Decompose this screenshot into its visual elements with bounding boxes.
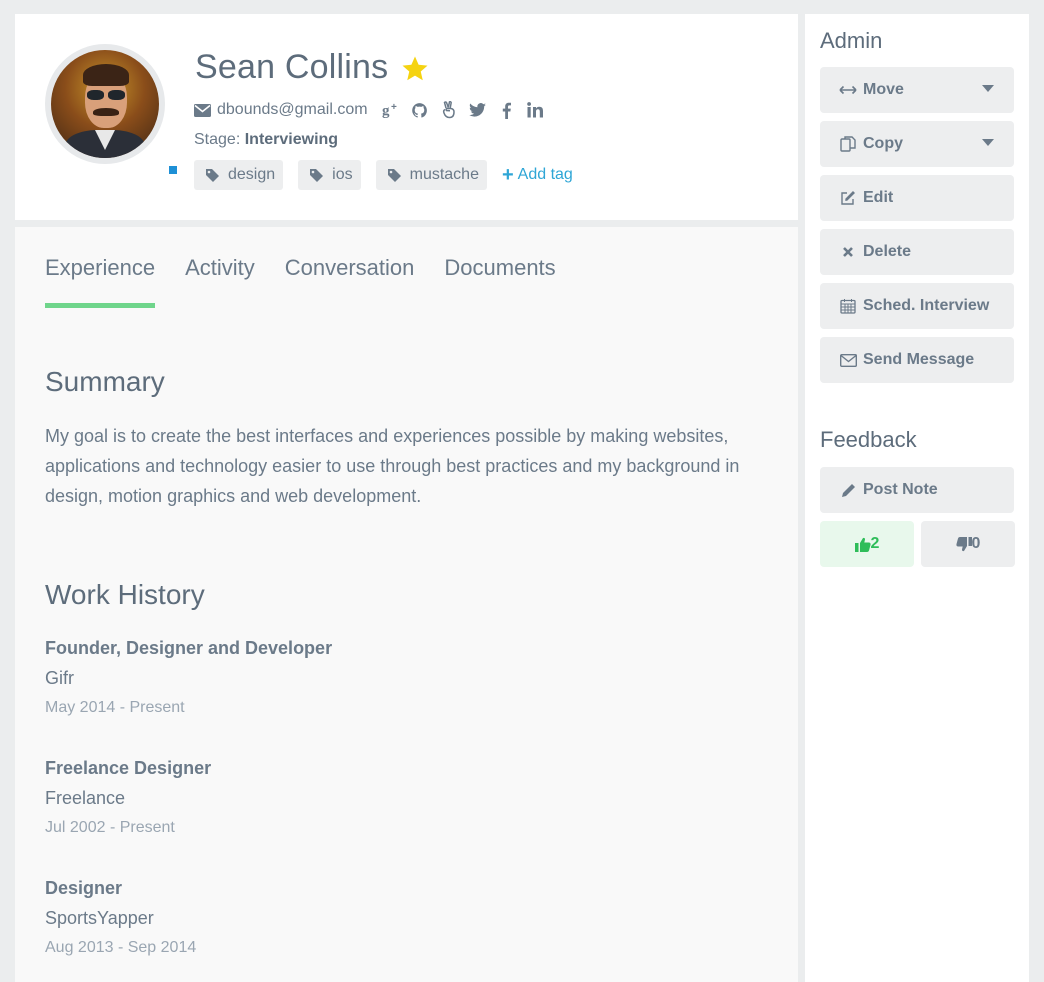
close-icon: [839, 244, 857, 260]
avatar-photo: [51, 50, 159, 158]
pencil-icon: [839, 482, 857, 498]
copy-button[interactable]: Copy: [820, 121, 1014, 167]
job-company: SportsYapper: [45, 908, 154, 928]
avatar: [45, 44, 179, 176]
envelope-icon: [839, 352, 857, 368]
plus-icon: +: [501, 164, 514, 186]
google-plus-icon[interactable]: g +: [382, 101, 400, 119]
profile-header: Sean Collins dbounds@gmail.com g + Stage…: [15, 14, 798, 220]
work-history-heading: Work History: [45, 579, 205, 610]
add-tag-button[interactable]: + Add tag: [502, 165, 573, 185]
calendar-icon: [839, 298, 857, 314]
tag-label: mustache: [409, 166, 479, 183]
job-title: Designer: [45, 878, 123, 898]
angellist-icon[interactable]: [440, 101, 458, 119]
tab-conversation[interactable]: Conversation: [285, 255, 415, 295]
chevron-down-icon: [982, 139, 994, 146]
email-link[interactable]: dbounds@gmail.com: [217, 101, 368, 119]
contact-row: dbounds@gmail.com g +: [194, 100, 556, 120]
job-entry: Designer SportsYapper Aug 2013 - Sep 201…: [45, 873, 196, 963]
svg-text:g: g: [382, 103, 390, 118]
edit-label: Edit: [863, 189, 894, 206]
tag-list: design ios mustache + Add tag: [194, 160, 573, 190]
tab-bar: Experience Activity Conversation Documen…: [45, 255, 586, 308]
thumbs-down-icon: [955, 536, 972, 551]
arrows-horizontal-icon: [839, 82, 857, 98]
envelope-icon: [194, 103, 211, 117]
copy-icon: [839, 136, 857, 152]
add-tag-label: Add tag: [517, 166, 573, 183]
move-button[interactable]: Move: [820, 67, 1014, 113]
github-icon[interactable]: [411, 101, 429, 119]
schedule-interview-label: Sched. Interview: [863, 297, 990, 314]
admin-heading: Admin: [820, 28, 883, 53]
feedback-heading: Feedback: [820, 427, 917, 452]
tag-mustache[interactable]: mustache: [375, 160, 487, 190]
thumbs-up-count: 2: [870, 535, 880, 552]
job-dates: Jul 2002 - Present: [45, 819, 175, 836]
profile-content: Experience Activity Conversation Documen…: [15, 227, 798, 982]
job-entry: Founder, Designer and Developer Gifr May…: [45, 633, 332, 723]
delete-label: Delete: [863, 243, 912, 260]
job-company: Freelance: [45, 788, 126, 808]
post-note-label: Post Note: [863, 481, 938, 498]
send-message-button[interactable]: Send Message: [820, 337, 1014, 383]
sidebar: Admin Move Copy Edit Delete Sched. Inter…: [805, 14, 1029, 982]
social-links: g +: [382, 101, 556, 119]
stage-label: Stage:: [194, 131, 241, 148]
star-icon[interactable]: [400, 54, 430, 84]
job-title: Founder, Designer and Developer: [45, 638, 333, 658]
move-label: Move: [863, 81, 904, 98]
job-title: Freelance Designer: [45, 758, 212, 778]
tag-icon: [387, 168, 401, 182]
delete-button[interactable]: Delete: [820, 229, 1014, 275]
tag-label: ios: [332, 166, 353, 183]
send-message-label: Send Message: [863, 351, 975, 368]
stage-row: Stage: Interviewing: [194, 131, 338, 149]
thumbs-up-button[interactable]: 2: [820, 521, 914, 567]
tab-experience[interactable]: Experience: [45, 255, 156, 308]
thumbs-down-button[interactable]: 0: [921, 521, 1015, 567]
job-dates: May 2014 - Present: [45, 699, 185, 716]
summary-text: My goal is to create the best interfaces…: [45, 426, 740, 506]
tag-icon: [310, 168, 324, 182]
tag-label: design: [228, 166, 276, 183]
tag-icon: [206, 168, 219, 182]
tab-documents[interactable]: Documents: [444, 255, 555, 295]
job-dates: Aug 2013 - Sep 2014: [45, 939, 197, 956]
stage-value: Interviewing: [244, 131, 339, 148]
linkedin-badge-icon: [167, 164, 179, 176]
main-panel: Sean Collins dbounds@gmail.com g + Stage…: [15, 14, 798, 982]
tag-design[interactable]: design: [194, 160, 284, 190]
facebook-icon[interactable]: [498, 101, 516, 119]
copy-label: Copy: [863, 135, 903, 152]
twitter-icon[interactable]: [469, 101, 487, 119]
schedule-interview-button[interactable]: Sched. Interview: [820, 283, 1014, 329]
candidate-name: Sean Collins: [195, 48, 389, 86]
tab-activity[interactable]: Activity: [185, 255, 255, 295]
job-entry: Freelance Designer Freelance Jul 2002 - …: [45, 753, 211, 843]
job-company: Gifr: [45, 668, 74, 688]
svg-text:+: +: [391, 102, 397, 113]
edit-icon: [839, 190, 857, 206]
edit-button[interactable]: Edit: [820, 175, 1014, 221]
chevron-down-icon: [982, 85, 994, 92]
linkedin-icon[interactable]: [527, 101, 545, 119]
thumbs-up-icon: [854, 537, 871, 552]
post-note-button[interactable]: Post Note: [820, 467, 1014, 513]
summary-heading: Summary: [45, 366, 165, 397]
thumbs-down-count: 0: [971, 535, 981, 552]
tag-ios[interactable]: ios: [298, 160, 361, 190]
